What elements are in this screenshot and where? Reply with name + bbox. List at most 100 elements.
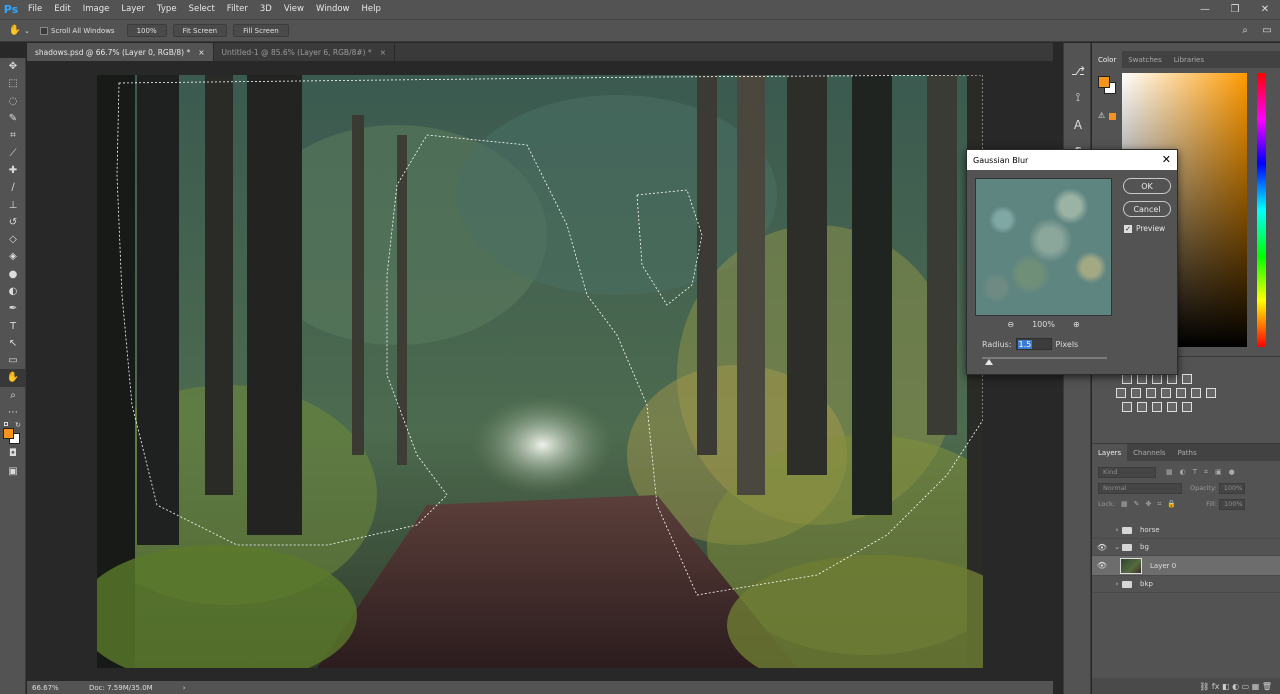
close-icon[interactable]: ✕ (1162, 153, 1171, 166)
layer-row-horse[interactable]: › horse (1092, 522, 1280, 539)
tab-close-icon[interactable]: × (380, 48, 386, 57)
default-colors-icon[interactable] (4, 422, 8, 427)
menu-help[interactable]: Help (356, 0, 387, 19)
hand-tool-icon[interactable]: ✋ (0, 369, 26, 387)
zoom-tool-icon[interactable]: ⌕ (0, 387, 26, 404)
tab-untitled-1[interactable]: Untitled-1 @ 85.6% (Layer 6, RGB/8#) * × (214, 43, 396, 61)
menu-type[interactable]: Type (151, 0, 183, 19)
tab-swatches[interactable]: Swatches (1122, 51, 1167, 68)
radius-slider-thumb[interactable] (985, 359, 993, 365)
status-arrow-icon[interactable]: › (183, 684, 186, 692)
layer-row-layer-0[interactable]: 👁 Layer 0 (1092, 556, 1280, 576)
rectangle-tool-icon[interactable]: ▭ (0, 352, 26, 369)
posterize-icon[interactable] (1137, 402, 1147, 412)
blur-tool-icon[interactable]: ● (0, 266, 26, 283)
tool-preset-chevron-icon[interactable]: ⌄ (22, 24, 32, 38)
clone-stamp-tool-icon[interactable]: ⊥ (0, 196, 26, 213)
hue-slider[interactable] (1257, 73, 1266, 347)
tab-color[interactable]: Color (1092, 51, 1123, 68)
move-tool-icon[interactable]: ✥ (0, 58, 26, 75)
foreground-color-swatch[interactable] (3, 428, 14, 440)
zoom-100-button[interactable]: 100% (126, 24, 167, 37)
fit-screen-button[interactable]: Fit Screen (172, 24, 228, 37)
forest-path-image[interactable] (97, 75, 983, 668)
crop-tool-icon[interactable]: ⌗ (0, 127, 26, 144)
quick-mask-icon[interactable]: ◘ (0, 445, 26, 462)
zoom-out-icon[interactable]: ⊖ (1007, 320, 1014, 329)
pixel-filter-icon[interactable]: ▦ (1166, 468, 1173, 477)
preview-checkbox[interactable]: ✓ Preview (1124, 224, 1165, 233)
invert-icon[interactable] (1122, 402, 1132, 412)
lock-transparent-icon[interactable]: ▦ (1121, 500, 1128, 509)
quick-selection-tool-icon[interactable]: ✎ (0, 110, 26, 127)
layer-row-bg[interactable]: 👁 ⌄ bg (1092, 539, 1280, 556)
menu-3d[interactable]: 3D (254, 0, 278, 19)
healing-brush-tool-icon[interactable]: ✚ (0, 162, 26, 179)
screen-mode-icon[interactable]: ▣ (0, 463, 26, 480)
color-panel-foreground-swatch[interactable] (1098, 76, 1110, 88)
black-white-icon[interactable] (1146, 388, 1156, 398)
menu-file[interactable]: File (22, 0, 48, 19)
kind-filter-select[interactable]: Kind (1098, 466, 1156, 478)
filter-toggle-icon[interactable]: ● (1229, 468, 1235, 477)
preview-check-icon[interactable]: ✓ (1124, 224, 1132, 233)
eye-icon[interactable]: 👁 (1092, 561, 1112, 570)
ok-button[interactable]: OK (1123, 178, 1171, 194)
eraser-tool-icon[interactable]: ◇ (0, 231, 26, 248)
cancel-button[interactable]: Cancel (1123, 201, 1171, 217)
photo-filter-icon[interactable] (1161, 388, 1171, 398)
selective-color-icon[interactable] (1167, 402, 1177, 412)
layer-row-bkp[interactable]: › bkp (1092, 576, 1280, 593)
paint-bucket-tool-icon[interactable]: ◈ (0, 248, 26, 265)
menu-window[interactable]: Window (310, 0, 356, 19)
eyedropper-tool-icon[interactable]: ⟋ (0, 144, 26, 161)
fill-screen-button[interactable]: Fill Screen (233, 24, 289, 37)
menu-filter[interactable]: Filter (221, 0, 254, 19)
blur-preview-pane[interactable] (975, 178, 1112, 316)
color-lookup-icon[interactable] (1191, 388, 1201, 398)
expand-arrow-icon[interactable]: › (1112, 580, 1122, 588)
tab-close-icon[interactable]: × (198, 48, 204, 57)
gamut-swatch[interactable] (1109, 113, 1116, 120)
brush-panel-icon[interactable]: ⟟ (1064, 84, 1092, 111)
channel-mixer-icon[interactable] (1176, 388, 1186, 398)
workspace-icon[interactable]: ▭ (1260, 23, 1274, 37)
swap-colors-icon[interactable]: ↻ (15, 421, 21, 429)
scroll-all-windows-checkbox[interactable]: Scroll All Windows (40, 26, 115, 35)
close-window-button[interactable]: ✕ (1250, 0, 1280, 19)
shape-filter-icon[interactable]: ⌗ (1204, 468, 1208, 477)
blend-mode-select[interactable]: Normal (1098, 482, 1182, 494)
lasso-tool-icon[interactable]: ◌ (0, 93, 26, 110)
brightness-icon[interactable] (1122, 374, 1132, 384)
hand-tool-icon[interactable]: ✋ (8, 24, 22, 38)
exposure-icon[interactable] (1167, 374, 1177, 384)
tab-shadows[interactable]: shadows.psd @ 66.7% (Layer 0, RGB/8) * × (27, 43, 214, 61)
menu-select[interactable]: Select (183, 0, 221, 19)
menu-image[interactable]: Image (77, 0, 116, 19)
dodge-tool-icon[interactable]: ◐ (0, 283, 26, 300)
type-filter-icon[interactable]: T (1193, 468, 1197, 477)
zoom-in-icon[interactable]: ⊕ (1073, 320, 1080, 329)
threshold-icon[interactable] (1152, 402, 1162, 412)
levels-icon[interactable] (1137, 374, 1147, 384)
minimize-button[interactable]: — (1190, 0, 1220, 19)
collapse-arrow-icon[interactable]: ⌄ (1112, 543, 1122, 551)
hue-saturation-icon[interactable] (1116, 388, 1126, 398)
marquee-tool-icon[interactable]: ⬚ (0, 75, 26, 92)
eye-icon[interactable]: 👁 (1092, 543, 1112, 552)
tab-libraries[interactable]: Libraries (1168, 51, 1210, 68)
layers-footer-icons[interactable]: ⛓ fx ◧ ◐ ▭ ▦ 🗑 (1199, 682, 1272, 691)
lock-position-icon[interactable]: ✥ (1146, 500, 1152, 509)
vibrance-icon[interactable] (1182, 374, 1192, 384)
zoom-level[interactable]: 66.67% (27, 684, 73, 692)
radius-input[interactable]: 1.5 (1015, 338, 1052, 350)
color-balance-icon[interactable] (1131, 388, 1141, 398)
opacity-input[interactable]: 100% (1218, 482, 1245, 494)
pen-tool-icon[interactable]: ✒ (0, 300, 26, 317)
history-brush-tool-icon[interactable]: ↺ (0, 214, 26, 231)
fill-input[interactable]: 100% (1218, 498, 1245, 510)
tab-channels[interactable]: Channels (1127, 444, 1171, 461)
menu-view[interactable]: View (278, 0, 310, 19)
gradient-map-icon[interactable] (1182, 402, 1192, 412)
grid-icon[interactable] (1206, 388, 1216, 398)
